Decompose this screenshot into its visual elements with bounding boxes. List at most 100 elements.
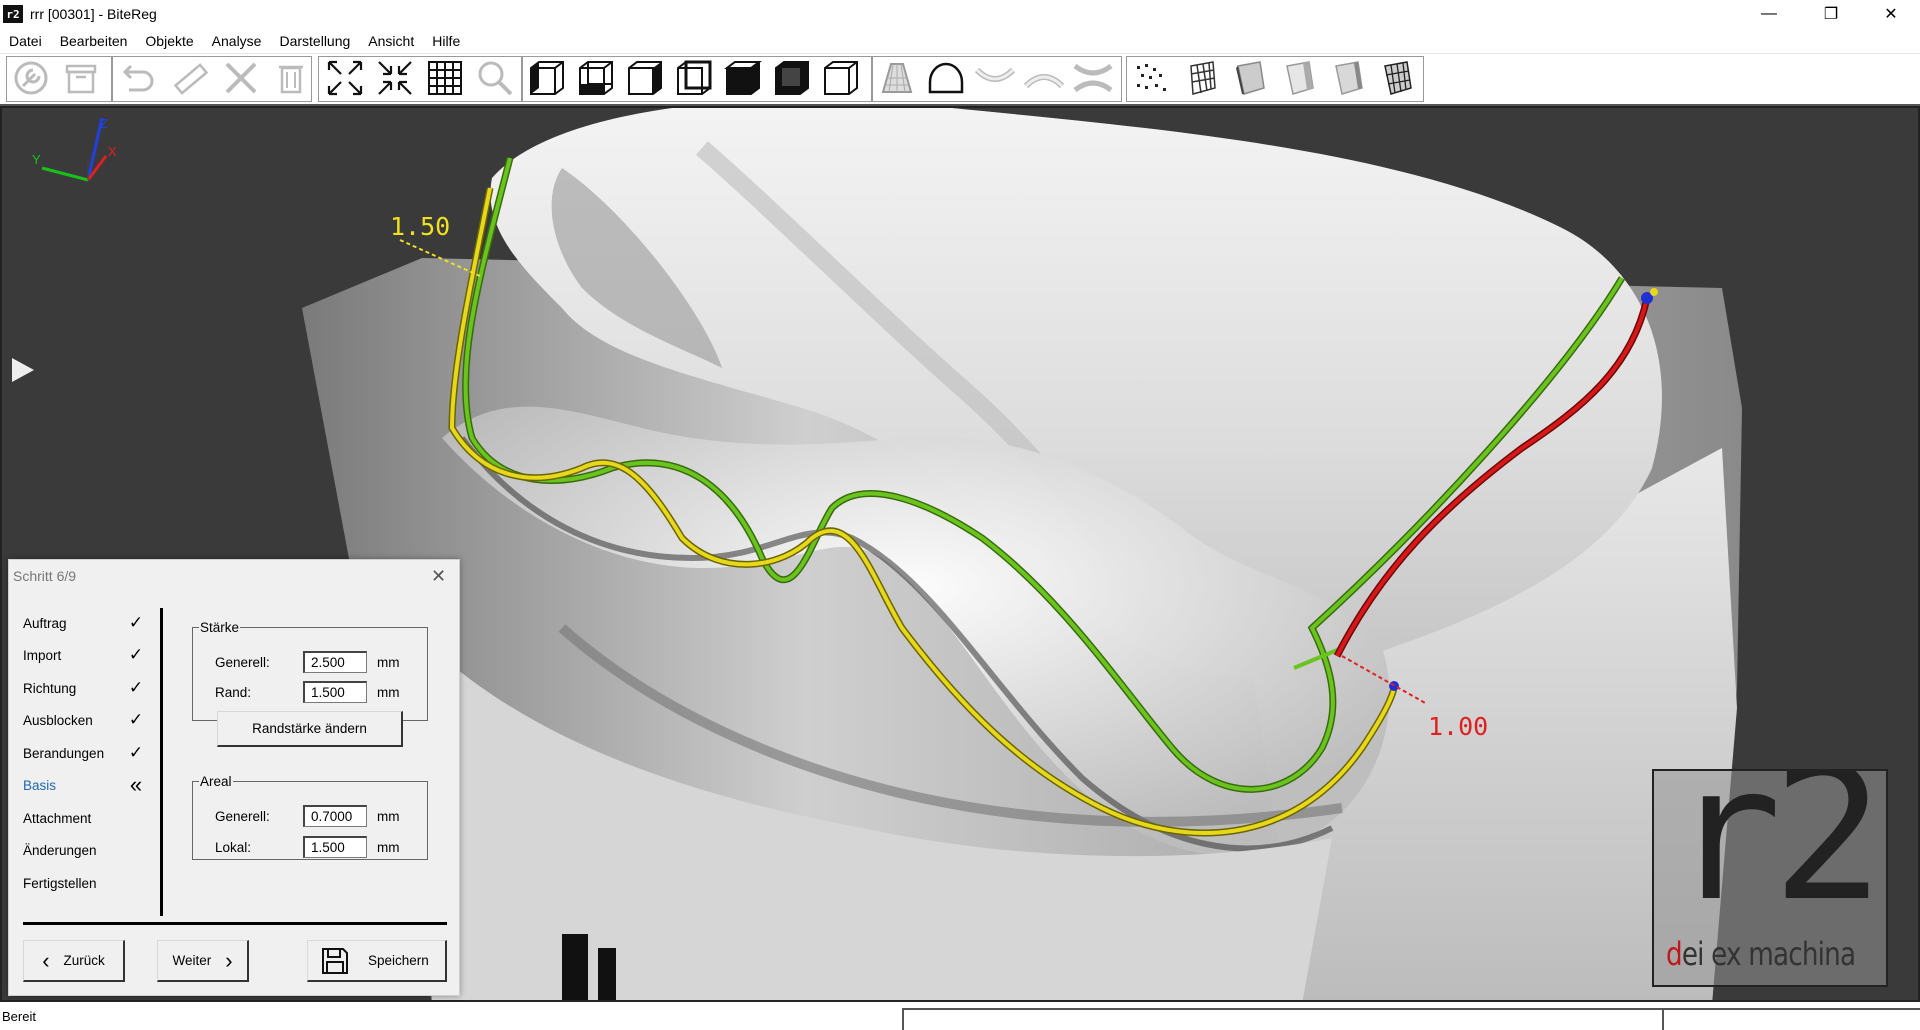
undo-button[interactable] [116,58,158,98]
status-text: Bereit [2,1009,36,1024]
staerke-generell-input[interactable] [303,651,367,673]
step-basis[interactable]: Basis [23,778,56,793]
thickness-label-right: 1.00 [1428,712,1489,741]
view-back-button[interactable] [673,58,715,98]
archive-button[interactable] [60,58,102,98]
view-left-button[interactable] [526,58,568,98]
menu-analyse[interactable]: Analyse [203,28,271,54]
render-shaded-button[interactable] [1278,58,1320,98]
settings-button[interactable] [10,58,52,98]
panel-toggle-button[interactable] [10,356,36,387]
save-button[interactable]: Speichern [307,940,447,982]
menu-bearbeiten[interactable]: Bearbeiten [51,28,137,54]
view-front-icon [579,61,613,95]
collapse-icon [378,61,412,95]
menu-objekte[interactable]: Objekte [136,28,202,54]
areal-group: Areal Generell: mm Lokal: mm [192,774,428,860]
wrench-icon [14,61,48,95]
view-back-icon [677,60,712,95]
step-ausblocken[interactable]: Ausblocken [23,713,93,728]
areal-legend: Areal [200,774,232,789]
restore-button[interactable]: ❐ [1803,0,1859,28]
steps-divider [160,608,163,916]
minimize-button[interactable]: — [1741,0,1797,28]
view-bottom-button[interactable] [771,58,813,98]
tools-button[interactable] [220,58,262,98]
bitereg-app: r2 rrr [00301] - BiteReg — ❐ ✕ Datei Bea… [0,0,1920,1030]
menu-ansicht[interactable]: Ansicht [359,28,423,54]
step-richtung[interactable]: Richtung [23,681,76,696]
next-button[interactable]: Weiter › [157,940,249,982]
step-attachment[interactable]: Attachment [23,811,91,826]
grid-button[interactable] [424,58,466,98]
toolbar [0,54,1920,106]
solid-shaded-icon [1286,61,1314,95]
logo-tagline-first: d [1666,935,1683,973]
step-berandungen-check-icon: ✓ [128,743,144,762]
staerke-group: Stärke Generell: mm Rand: mm Randstärke … [192,620,428,747]
step-berandungen[interactable]: Berandungen [23,746,104,761]
areal-generell-input[interactable] [303,805,367,827]
zoom-button[interactable] [474,58,516,98]
staerke-rand-input[interactable] [303,681,367,703]
base-mark-2 [598,948,616,1000]
step-richtung-check-icon: ✓ [128,678,144,697]
stump-button[interactable] [876,58,918,98]
render-mesh-button[interactable] [1180,58,1222,98]
view-bottom-icon [775,61,809,95]
logo-mark: r2 [1670,769,1884,942]
randstaerke-aendern-button[interactable]: Randstärke ändern [217,711,403,747]
dome-button[interactable] [925,58,967,98]
staerke-rand-label: Rand: [215,685,252,700]
wizard-close-button[interactable]: ✕ [431,566,446,587]
menu-datei[interactable]: Datei [0,28,51,54]
view-front-button[interactable] [575,58,617,98]
app-icon: r2 [3,5,23,23]
menu-darstellung[interactable]: Darstellung [270,28,359,54]
menu-hilfe[interactable]: Hilfe [423,28,469,54]
view-right-button[interactable] [624,58,666,98]
delete-button[interactable] [270,58,312,98]
render-light-button[interactable] [1229,58,1271,98]
view-top-button[interactable] [722,58,764,98]
render-points-button[interactable] [1130,58,1172,98]
step-fertigstellen[interactable]: Fertigstellen [23,876,97,891]
measure-button[interactable] [170,58,212,98]
logo-tagline-rest: ei ex machina [1681,935,1856,973]
restore-icon: ❐ [1823,6,1839,23]
axis-y-label: Y [32,152,41,167]
step-import[interactable]: Import [23,648,61,663]
both-jaws-icon [1073,63,1113,93]
curve-handle-bottom[interactable] [1389,681,1399,691]
minimize-icon: — [1761,5,1777,22]
both-jaws-button[interactable] [1072,58,1114,98]
render-wire-button[interactable] [1376,58,1418,98]
fit-view-button[interactable] [324,58,366,98]
close-button[interactable]: ✕ [1863,0,1919,28]
areal-lokal-input[interactable] [303,836,367,858]
close-icon: ✕ [431,566,447,586]
solid-wire-icon [1384,61,1412,95]
wizard-dialog: Schritt 6/9 ✕ Auftrag ✓ Import ✓ Richtun… [8,559,460,996]
shrink-view-button[interactable] [374,58,416,98]
wizard-bottom-rule [23,922,447,925]
tools-icon [225,62,257,94]
step-auftrag[interactable]: Auftrag [23,616,67,631]
status-pane-2 [1662,1008,1920,1030]
curve-handle-right-yellow[interactable] [1650,288,1658,296]
mesh-icon [1190,61,1216,95]
lower-jaw-button[interactable] [1023,58,1065,98]
chevron-right-icon: › [225,947,233,973]
staerke-generell-label: Generell: [215,655,270,670]
status-bar: Bereit [0,1002,1920,1030]
back-button[interactable]: ‹ Zurück [23,940,125,982]
view-left-icon [530,61,564,95]
ruler-icon [173,63,209,95]
render-smooth-button[interactable] [1327,58,1369,98]
solid-light-icon [1236,61,1265,95]
view-iso-button[interactable] [820,58,862,98]
step-aenderungen[interactable]: Änderungen [23,843,97,858]
upper-jaw-button[interactable] [974,58,1016,98]
window-title: rrr [00301] - BiteReg [30,6,157,22]
wizard-title: Schritt 6/9 [13,568,77,584]
